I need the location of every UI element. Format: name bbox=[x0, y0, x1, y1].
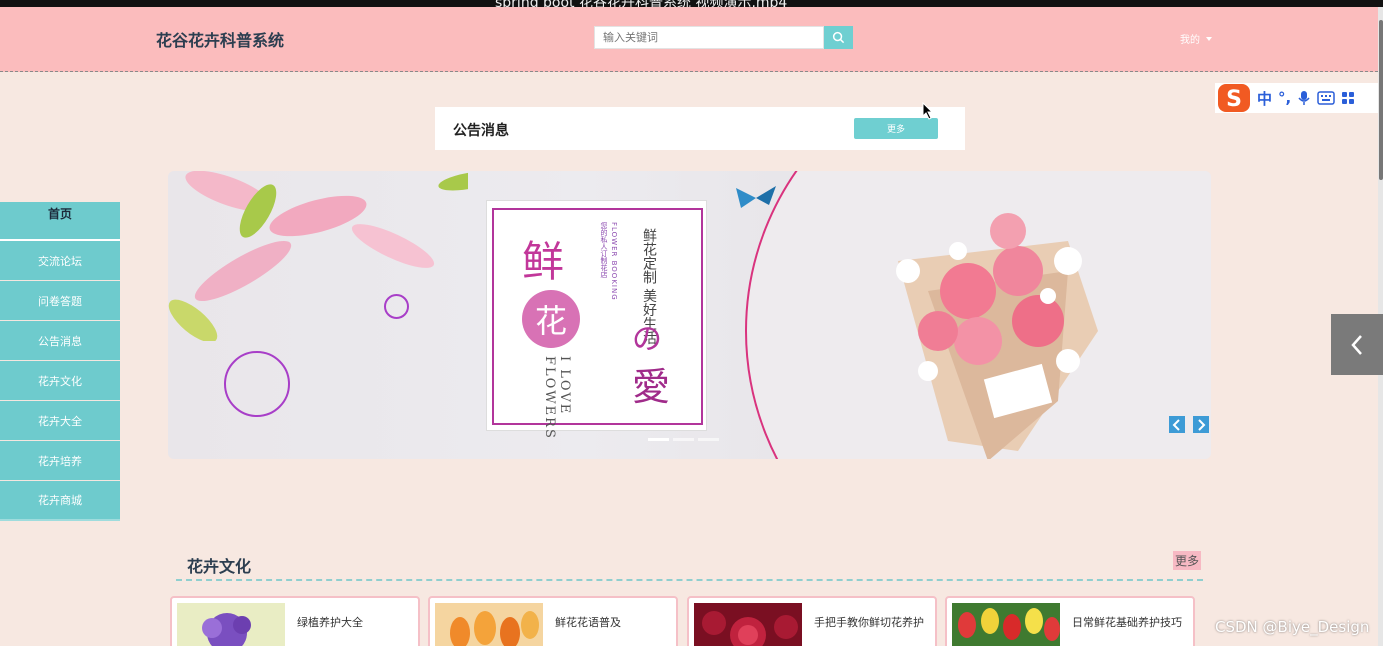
poster-hua-badge: 花 bbox=[522, 290, 580, 348]
poster-no-text: の bbox=[632, 322, 662, 357]
poster-ai-text: 愛 bbox=[632, 365, 671, 409]
notice-more-button[interactable]: 更多 bbox=[854, 118, 938, 139]
carousel-next-button[interactable] bbox=[1193, 416, 1209, 433]
nav-item-flower-cultivation[interactable]: 花卉培养 bbox=[0, 441, 120, 481]
svg-text:S: S bbox=[1226, 87, 1242, 112]
carousel-dot[interactable] bbox=[648, 438, 669, 441]
card-title: 手把手教你鲜切花养护 bbox=[814, 616, 924, 629]
culture-card[interactable]: 鲜花花语普及 bbox=[428, 596, 678, 646]
butterfly-image bbox=[736, 186, 776, 208]
notice-bar: 公告消息 更多 bbox=[435, 107, 965, 150]
side-nav: 首页 交流论坛 问卷答题 公告消息 花卉文化 花卉大全 花卉培养 花卉商城 bbox=[0, 202, 120, 521]
culture-more-button[interactable]: 更多 bbox=[1173, 551, 1202, 570]
search-input[interactable] bbox=[594, 26, 824, 49]
search-icon bbox=[832, 31, 845, 44]
poster-i-love-flowers: I LOVE FLOWERS bbox=[542, 356, 572, 440]
chevron-down-icon bbox=[1206, 36, 1212, 41]
csdn-watermark: CSDN @Biye_Design bbox=[1215, 618, 1370, 636]
card-title: 鲜花花语普及 bbox=[555, 616, 621, 629]
lily-petals-image bbox=[168, 171, 468, 341]
ime-punct-label[interactable]: °, bbox=[1278, 89, 1291, 107]
poster-booking-en: FLOWER BOOKING bbox=[610, 222, 618, 301]
nav-item-forum[interactable]: 交流论坛 bbox=[0, 241, 120, 281]
ime-mode-label[interactable]: 中 bbox=[1257, 88, 1272, 109]
card-thumbnail bbox=[177, 603, 285, 646]
card-title: 日常鲜花基础养护技巧 bbox=[1072, 616, 1182, 629]
sogou-logo-icon[interactable]: S bbox=[1217, 83, 1251, 113]
scrollbar-thumb[interactable] bbox=[1379, 20, 1383, 180]
carousel-prev-button[interactable] bbox=[1169, 416, 1185, 433]
site-header: 花谷花卉科普系统 我的 bbox=[0, 7, 1378, 72]
nav-item-notice[interactable]: 公告消息 bbox=[0, 321, 120, 361]
user-menu[interactable]: 我的 bbox=[1180, 31, 1212, 46]
culture-card[interactable]: 日常鲜花基础养护技巧 bbox=[945, 596, 1195, 646]
card-thumbnail bbox=[435, 603, 543, 646]
float-collapse-button[interactable] bbox=[1331, 314, 1383, 375]
section-divider bbox=[176, 579, 1203, 581]
carousel-indicators bbox=[648, 438, 719, 441]
video-top-strip: spring boot 花谷花卉科普系统 视频演示.mp4 bbox=[0, 0, 1383, 11]
nav-item-flower-encyclopedia[interactable]: 花卉大全 bbox=[0, 401, 120, 441]
banner-carousel[interactable]: 鲜 花 I LOVE FLOWERS 您的私人订制花店 FLOWER BOOKI… bbox=[168, 171, 1211, 459]
notice-label: 公告消息 bbox=[453, 123, 509, 139]
chevron-left-icon bbox=[1172, 418, 1180, 431]
chevron-left-icon bbox=[1351, 334, 1362, 355]
search-button[interactable] bbox=[824, 26, 853, 49]
user-menu-label: 我的 bbox=[1180, 35, 1200, 46]
card-thumbnail bbox=[952, 603, 1060, 646]
nav-item-flower-shop[interactable]: 花卉商城 bbox=[0, 481, 120, 521]
culture-card[interactable]: 绿植养护大全 bbox=[170, 596, 420, 646]
site-title[interactable]: 花谷花卉科普系统 bbox=[156, 27, 284, 51]
culture-card[interactable]: 手把手教你鲜切花养护 bbox=[687, 596, 937, 646]
card-thumbnail bbox=[694, 603, 802, 646]
poster-frame: 鲜 花 I LOVE FLOWERS 您的私人订制花店 FLOWER BOOKI… bbox=[492, 208, 703, 440]
apps-grid-icon[interactable] bbox=[1341, 91, 1355, 105]
poster-booking-cn: 您的私人订制花店 bbox=[600, 222, 608, 278]
chevron-right-icon bbox=[1198, 418, 1206, 431]
card-title: 绿植养护大全 bbox=[297, 616, 363, 629]
nav-item-flower-culture[interactable]: 花卉文化 bbox=[0, 361, 120, 401]
carousel-dot[interactable] bbox=[698, 438, 719, 441]
microphone-icon[interactable] bbox=[1297, 90, 1311, 106]
culture-section-title: 花卉文化 bbox=[187, 557, 252, 576]
ime-toolbar[interactable]: S 中 °, bbox=[1215, 83, 1378, 113]
mouse-cursor-icon bbox=[922, 102, 934, 120]
poster-xian-text: 鲜 bbox=[522, 237, 565, 286]
nav-item-home[interactable]: 首页 bbox=[0, 202, 120, 241]
banner-decor-ring bbox=[224, 351, 290, 417]
bouquet-image bbox=[896, 213, 1098, 459]
nav-item-survey[interactable]: 问卷答题 bbox=[0, 281, 120, 321]
keyboard-icon[interactable] bbox=[1317, 91, 1335, 105]
banner-poster: 鲜 花 I LOVE FLOWERS 您的私人订制花店 FLOWER BOOKI… bbox=[486, 200, 707, 440]
carousel-dot[interactable] bbox=[673, 438, 694, 441]
